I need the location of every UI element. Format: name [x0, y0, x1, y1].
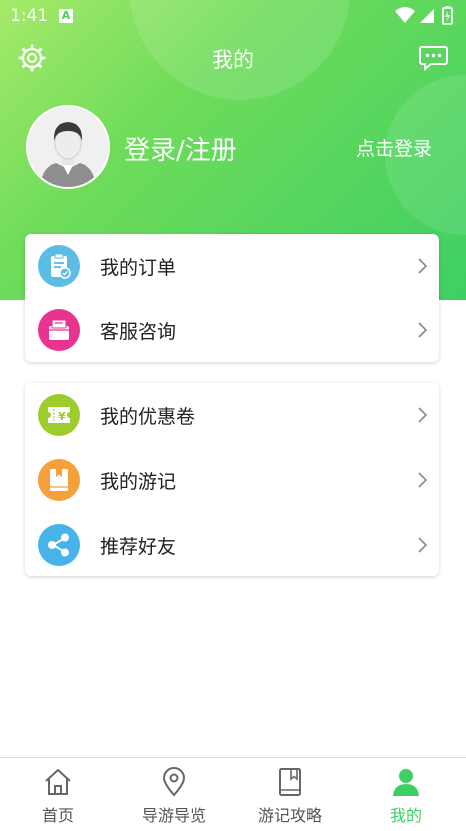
battery-icon — [442, 6, 453, 25]
coupon-icon: ¥ — [38, 394, 80, 436]
chevron-right-icon — [418, 537, 427, 553]
message-icon[interactable] — [419, 45, 448, 71]
login-register-title[interactable]: 登录/注册 — [124, 130, 237, 167]
menu-card-secondary: ¥ 我的优惠卷 我的游记 推荐好友 — [25, 383, 439, 576]
bottom-tab-bar: 首页 导游导览 游记攻略 我的 — [0, 757, 466, 831]
tab-guide[interactable]: 导游导览 — [116, 758, 232, 831]
page-title: 我的 — [212, 48, 254, 72]
chevron-right-icon — [418, 258, 427, 274]
tab-label: 我的 — [389, 806, 422, 825]
status-icons — [394, 6, 456, 30]
service-box-icon — [38, 309, 80, 351]
clipboard-icon — [38, 245, 80, 287]
svg-text:¥: ¥ — [58, 410, 66, 423]
menu-item-label: 我的游记 — [100, 471, 177, 493]
tab-travel-guides[interactable]: 游记攻略 — [232, 758, 348, 831]
menu-item-label: 我的优惠卷 — [100, 406, 196, 428]
click-login-link[interactable]: 点击登录 — [356, 134, 432, 161]
chevron-right-icon — [418, 472, 427, 488]
chevron-right-icon — [418, 407, 427, 423]
tab-label: 导游导览 — [141, 806, 206, 825]
tab-label: 游记攻略 — [257, 806, 322, 825]
menu-item-recommend-friends[interactable]: 推荐好友 — [25, 513, 439, 577]
avatar[interactable] — [26, 105, 110, 189]
status-time: 1:41 — [10, 6, 49, 26]
travel-notes-icon — [38, 459, 80, 501]
menu-item-my-orders[interactable]: 我的订单 — [25, 234, 439, 298]
menu-item-label: 我的订单 — [100, 257, 177, 279]
book-icon — [279, 768, 301, 796]
notification-badge: A — [59, 9, 73, 23]
profile-icon — [393, 769, 419, 796]
menu-item-my-travel-notes[interactable]: 我的游记 — [25, 448, 439, 512]
tab-home[interactable]: 首页 — [0, 758, 116, 831]
status-bar: 1:41 A — [0, 0, 466, 32]
chevron-right-icon — [418, 322, 427, 338]
home-icon — [45, 769, 71, 795]
menu-item-customer-service[interactable]: 客服咨询 — [25, 298, 439, 362]
menu-card-primary: 我的订单 客服咨询 — [25, 234, 439, 362]
menu-item-label: 推荐好友 — [100, 536, 177, 558]
tab-profile[interactable]: 我的 — [348, 758, 464, 831]
wifi-icon — [395, 7, 415, 23]
menu-item-label: 客服咨询 — [100, 321, 177, 343]
tab-label: 首页 — [41, 806, 74, 825]
menu-item-my-coupons[interactable]: ¥ 我的优惠卷 — [25, 383, 439, 447]
user-avatar-icon — [28, 107, 108, 187]
share-icon — [38, 524, 80, 566]
location-pin-icon — [162, 767, 186, 797]
signal-icon — [420, 9, 434, 23]
